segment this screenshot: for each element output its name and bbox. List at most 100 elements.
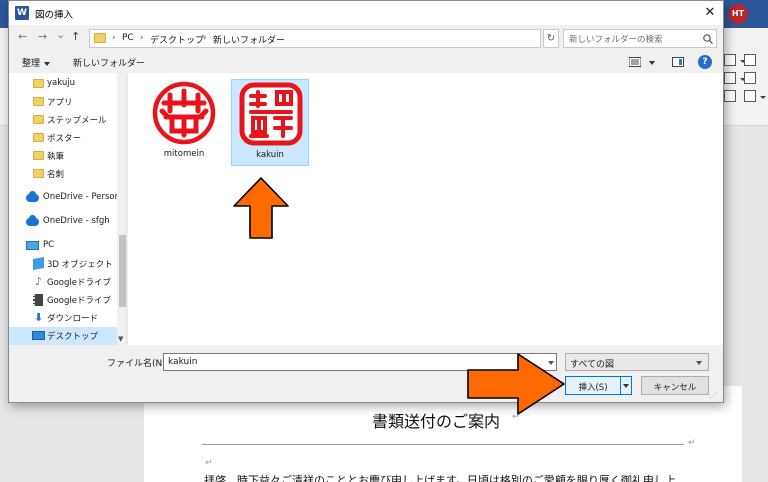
breadcrumb-separator[interactable]: › <box>140 33 144 43</box>
paragraph-mark: ↵ <box>688 438 696 448</box>
sidebar-item-label: OneDrive - Persor <box>43 192 119 202</box>
3d-objects-icon <box>33 257 44 270</box>
back-arrow-icon[interactable]: ← <box>18 31 27 43</box>
breadcrumb-new-folder[interactable]: 新しいフォルダー <box>213 33 285 46</box>
chevron-down-icon <box>696 361 702 365</box>
sidebar-item-apps[interactable]: アプリ <box>9 93 117 111</box>
user-avatar[interactable]: HT <box>728 4 748 24</box>
sidebar-item-downloads[interactable]: ⬇ ダウンロード <box>9 309 117 327</box>
sidebar-item-label: Googleドライブ <box>47 296 111 306</box>
folder-icon <box>33 151 44 160</box>
insert-picture-dialog: W 図の挿入 ✕ ← → ⌄ ↑ › PC › デスクトップ › 新しいフォルダ… <box>8 0 724 403</box>
word-logo-icon: W <box>15 6 29 20</box>
folder-icon <box>94 33 106 43</box>
sidebar-item-label: Googleドライブ <box>47 278 111 288</box>
resize-grip-icon[interactable]: ⋰ <box>709 391 717 400</box>
breadcrumb-separator[interactable]: › <box>203 33 207 43</box>
divider <box>202 444 684 445</box>
sidebar-item-label: ダウンロード <box>47 314 99 324</box>
breadcrumb-desktop[interactable]: デスクトップ <box>150 33 204 46</box>
sidebar-item-writing[interactable]: 執筆 <box>9 147 117 165</box>
chevron-down-icon <box>44 61 51 66</box>
sidebar-item-business-card[interactable]: 名刺 <box>9 165 117 183</box>
dialog-title-bar: W 図の挿入 ✕ <box>9 1 723 25</box>
sidebar-item-onedrive-sfgh[interactable]: OneDrive - sfgh <box>9 213 117 231</box>
navigation-bar: ← → ⌄ ↑ › PC › デスクトップ › 新しいフォルダー ↻ 新しいフォ… <box>9 25 723 51</box>
scroll-down-icon[interactable]: ▼ <box>118 335 123 343</box>
dialog-title: 図の挿入 <box>35 10 74 21</box>
recent-locations-icon[interactable]: ⌄ <box>56 29 65 41</box>
insert-button[interactable]: 挿入(S) <box>565 376 621 395</box>
sidebar-item-label: アプリ <box>47 98 73 108</box>
new-folder-button[interactable]: 新しいフォルダー <box>73 56 145 69</box>
download-icon: ⬇ <box>34 311 44 324</box>
filename-value: kakuin <box>168 357 198 367</box>
sidebar-scroll-thumb[interactable] <box>119 235 126 307</box>
address-bar[interactable]: › PC › デスクトップ › 新しいフォルダー <box>89 29 612 48</box>
sidebar-item-label: 執筆 <box>47 152 65 162</box>
sidebar-item-poster[interactable]: ポスター <box>9 129 117 147</box>
sidebar-item-desktop[interactable]: デスクトップ <box>9 327 117 345</box>
scroll-track[interactable] <box>742 126 768 482</box>
pencil-edit-icon[interactable] <box>724 54 736 66</box>
insert-options-button[interactable] <box>620 376 632 395</box>
document-body-text: 拝啓 時下益々ご清祥のこととお慶び申し上げます。日頃は格別のご愛顧を賜り厚く御礼… <box>204 474 676 482</box>
chevron-down-icon[interactable] <box>649 61 655 65</box>
up-arrow-icon[interactable]: ↑ <box>71 31 80 43</box>
music-icon: ♪ <box>35 275 43 288</box>
round-seal-thumbnail <box>152 81 216 145</box>
breadcrumb-separator[interactable]: › <box>112 33 116 43</box>
folder-icon <box>33 97 44 106</box>
desktop-icon <box>32 331 45 340</box>
list-icon[interactable] <box>724 72 736 84</box>
help-icon[interactable]: ? <box>698 55 712 69</box>
cancel-label: キャンセル <box>653 383 697 393</box>
video-icon <box>33 294 43 306</box>
sidebar-item-label: ポスター <box>47 134 82 144</box>
orange-pointer-arrow-up <box>233 177 289 239</box>
file-item-kakuin[interactable]: kakuin <box>231 79 309 166</box>
folder-icon <box>33 79 44 88</box>
calendar-icon[interactable] <box>744 72 756 84</box>
preview-pane-icon[interactable] <box>672 57 684 67</box>
change-view-icon[interactable] <box>629 57 641 67</box>
sidebar-item-yakuju[interactable]: yakuju <box>9 75 117 93</box>
sidebar-item-label: デスクトップ <box>47 332 99 342</box>
sidebar-item-label: yakuju <box>47 78 76 88</box>
sidebar-item-label: ステップメール <box>47 116 107 126</box>
indent-icon[interactable] <box>724 90 736 102</box>
pc-icon <box>26 241 39 250</box>
sidebar-item-pc[interactable]: PC <box>9 237 117 255</box>
chevron-down-icon <box>623 384 629 388</box>
paragraph-mark: ↵ <box>205 458 213 468</box>
sidebar-item-label: 名刺 <box>47 170 65 180</box>
search-placeholder: 新しいフォルダーの検索 <box>569 35 663 45</box>
filename-label: ファイル名(N): <box>107 359 169 369</box>
refresh-button[interactable]: ↻ <box>543 29 559 48</box>
chevron-down-icon[interactable] <box>760 96 766 99</box>
organize-button[interactable]: 整理 <box>22 56 51 69</box>
file-name: kakuin <box>256 150 284 160</box>
file-item-mitomein[interactable]: mitomein <box>145 79 223 166</box>
search-icon[interactable] <box>702 33 714 45</box>
forward-arrow-icon[interactable]: → <box>38 31 47 43</box>
close-button[interactable]: ✕ <box>697 1 723 25</box>
sidebar-item-onedrive-personal[interactable]: OneDrive - Persor <box>9 189 119 207</box>
sidebar-item-google-drive-video[interactable]: Googleドライブ <box>9 291 117 309</box>
sidebar-item-google-drive-music[interactable]: ♪ Googleドライブ <box>9 273 117 291</box>
breadcrumb-pc[interactable]: PC <box>122 33 134 43</box>
file-list: mitomein kakuin <box>128 73 723 345</box>
cancel-button[interactable]: キャンセル <box>641 376 709 395</box>
folder-icon <box>33 133 44 142</box>
file-type-select[interactable]: すべての図 <box>565 353 709 371</box>
sidebar-item-label: PC <box>43 240 55 250</box>
navigation-pane: yakuju アプリ ステップメール ポスター 執筆 名刺 OneDrive -… <box>9 73 127 345</box>
insert-label: 挿入(S) <box>578 383 608 393</box>
sidebar-item-3d-objects[interactable]: 3D オブジェクト <box>9 255 117 273</box>
page-icon[interactable] <box>744 90 756 102</box>
folder-icon <box>33 169 44 178</box>
doc-icon[interactable] <box>744 54 756 66</box>
sidebar-item-step-mail[interactable]: ステップメール <box>9 111 117 129</box>
file-type-value: すべての図 <box>570 360 615 370</box>
search-input[interactable]: 新しいフォルダーの検索 <box>563 29 717 48</box>
